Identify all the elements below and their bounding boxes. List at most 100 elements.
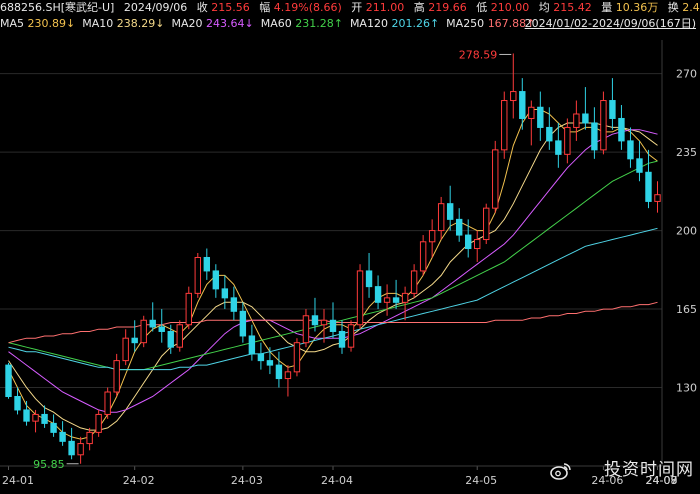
candle-body: [356, 270, 364, 326]
y-tick-label: 270: [676, 68, 697, 81]
candle-body: [338, 330, 346, 348]
ma-legend-label: MA120: [349, 17, 392, 30]
candle-body: [77, 443, 84, 456]
change-label: 幅: [259, 1, 271, 14]
low-label: 低: [476, 1, 488, 14]
candle-body: [14, 395, 21, 411]
candle-body: [140, 319, 147, 344]
x-tick-label: 24-01: [2, 474, 34, 487]
candle-body: [627, 140, 634, 160]
high-price-label: 278.59: [459, 48, 498, 61]
ma-legend-items: MA5 230.89↓ MA10 238.29↓ MA20 243.64↓ MA60 …: [0, 17, 542, 30]
candle-body: [266, 360, 274, 366]
candle-body: [428, 230, 436, 243]
candle-body: [149, 319, 156, 328]
candle-body: [59, 431, 66, 442]
x-tick-label: 24-02: [123, 474, 155, 487]
candle-body: [113, 360, 120, 393]
watermark: 投资时间网: [604, 460, 694, 480]
candle-body: [419, 241, 427, 272]
candle-body: [528, 106, 535, 119]
stock-symbol[interactable]: 688256.SH[寒武纪-U]: [0, 1, 114, 14]
ma-legend-value: 238.29↓: [116, 17, 165, 30]
close-label: 收: [196, 1, 208, 14]
candle-body: [284, 371, 292, 380]
open-label: 开: [351, 1, 363, 14]
candle-body: [194, 256, 201, 294]
candle-body: [257, 353, 265, 362]
change-value: 4.19%(8.66): [273, 1, 342, 14]
candle-body: [600, 100, 607, 151]
candle-body: [383, 297, 391, 303]
candle-body: [591, 122, 598, 151]
candle-body: [537, 106, 544, 128]
candle-body: [104, 391, 111, 415]
volume-label: 量: [601, 1, 613, 14]
candle-body: [122, 337, 129, 362]
candle-body: [311, 315, 319, 326]
y-tick-label: 165: [676, 303, 697, 316]
candle-body: [167, 330, 174, 348]
ma-legend-label: MA60: [260, 17, 296, 30]
high-value: 219.66: [428, 1, 467, 14]
candle-body: [401, 292, 409, 303]
ma-legend-label: MA10: [82, 17, 117, 30]
ma-line-ma5: [8, 109, 658, 440]
candle-body: [95, 413, 102, 433]
low-price-label: 95.85: [33, 458, 65, 471]
y-tick-label: 200: [676, 225, 697, 238]
candle-body: [546, 126, 553, 142]
candlestick-chart[interactable]: 270 235 200 165 130 24-01 24-02 24-03 24-04 24-05…: [0, 36, 700, 494]
quote-date: 2024/09/06: [123, 1, 188, 14]
candle-body: [501, 100, 508, 151]
candle-body: [519, 91, 526, 119]
candle-body: [654, 194, 661, 202]
ma-legend: MA5 230.89↓ MA10 238.29↓ MA20 243.64↓ MA60 …: [0, 16, 700, 32]
candle-body: [158, 326, 165, 332]
candle-body: [347, 324, 355, 348]
volume-value: 10.36万: [615, 1, 659, 14]
ma-legend-label: MA5: [0, 17, 28, 30]
candle-body: [465, 234, 472, 250]
candle-body: [492, 149, 499, 209]
ma-legend-value: 231.28↑: [295, 17, 343, 30]
candle-body: [636, 158, 643, 173]
candle-body: [239, 310, 247, 337]
ma-line-ma10: [8, 122, 658, 431]
candle-body: [23, 409, 30, 422]
candle-body: [32, 413, 39, 422]
candle-body: [573, 113, 580, 128]
avg-value: 215.42: [553, 1, 592, 14]
candle-body: [618, 117, 625, 142]
candle-body: [293, 342, 301, 373]
candle-body: [582, 113, 589, 124]
date-range-selector[interactable]: 2024/01/02-2024/09/06(167日): [525, 16, 696, 32]
ma-legend-value: 243.64↓: [205, 17, 254, 30]
ma-legend-value: 230.89↓: [27, 17, 76, 30]
candle-body: [86, 431, 93, 445]
turnover-label: 换: [667, 1, 679, 14]
candle-body: [437, 203, 445, 232]
ma-line-ma120: [8, 227, 658, 371]
candle-body: [329, 319, 337, 332]
y-tick-label: 235: [676, 146, 697, 159]
ma-legend-value: 201.26↑: [391, 17, 440, 30]
candle-body: [564, 126, 571, 155]
candle-body: [474, 239, 481, 250]
close-value: 215.56: [211, 1, 250, 14]
candle-body: [446, 203, 454, 220]
candle-body: [176, 324, 183, 348]
candle-body: [275, 364, 283, 380]
candle-body: [50, 422, 57, 433]
candle-body: [41, 413, 48, 424]
candle-body: [248, 335, 256, 355]
candle-body: [5, 364, 12, 397]
ma-line-ma20: [8, 129, 658, 413]
candle-body: [645, 171, 652, 202]
x-tick-label: 24-05: [465, 474, 497, 487]
candle-body: [302, 315, 310, 344]
avg-label: 均: [538, 1, 550, 14]
candle-body: [455, 218, 463, 236]
quote-header: 688256.SH[寒武纪-U] 2024/09/06 收 215.56 幅 4…: [0, 0, 700, 16]
candle-body: [68, 440, 75, 456]
